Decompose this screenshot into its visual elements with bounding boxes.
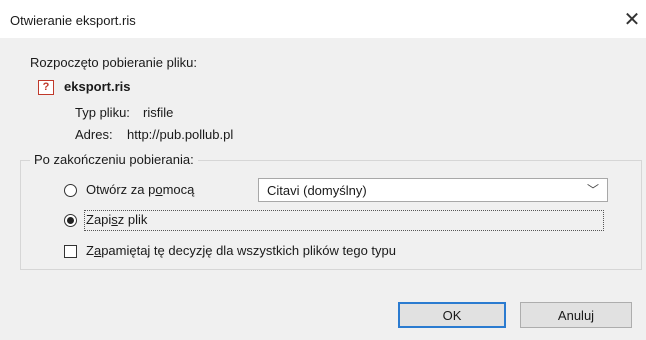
close-icon[interactable]: ✕ [620,8,644,32]
file-type-value: risfile [143,105,174,120]
after-download-group-title: Po zakończeniu pobierania: [30,152,198,167]
file-name: eksport.ris [64,79,131,94]
open-with-label-tail: mocą [162,182,195,197]
remember-decision-label[interactable]: Zapamiętaj tę decyzję dla wszystkich pli… [86,243,396,258]
application-select[interactable]: Citavi (domyślny) ﹀ [258,178,608,202]
remember-label-tail: pamiętaj tę decyzję dla wszystkich plikó… [101,243,396,258]
save-file-label-text: Zapi [86,212,112,227]
open-with-label[interactable]: Otwórz za pomocą [86,182,194,197]
title-bar: Otwieranie eksport.ris ✕ [0,0,646,38]
file-type-label: Typ pliku: [75,105,130,120]
open-with-label-text: Otwórz za p [86,182,156,197]
remember-decision-checkbox[interactable] [64,245,77,258]
save-file-focus-outline [84,210,604,231]
dialog-title: Otwieranie eksport.ris [10,13,136,28]
remember-label-text: Z [86,243,94,258]
open-with-accelerator: o [155,182,163,197]
application-select-value: Citavi (domyślny) [267,183,367,198]
cancel-button[interactable]: Anuluj [520,302,632,328]
chevron-down-icon: ﹀ [586,183,599,197]
address-label: Adres: [75,127,113,142]
save-file-radio[interactable] [64,214,77,227]
address-value: http://pub.pollub.pl [127,127,234,142]
download-started-label: Rozpoczęto pobieranie pliku: [30,55,197,70]
file-type-icon: ? [38,80,54,95]
open-with-radio[interactable] [64,184,77,197]
ok-button[interactable]: OK [398,302,506,328]
save-file-label-tail: z plik [117,212,148,227]
save-file-label[interactable]: Zapisz plik [86,212,147,227]
